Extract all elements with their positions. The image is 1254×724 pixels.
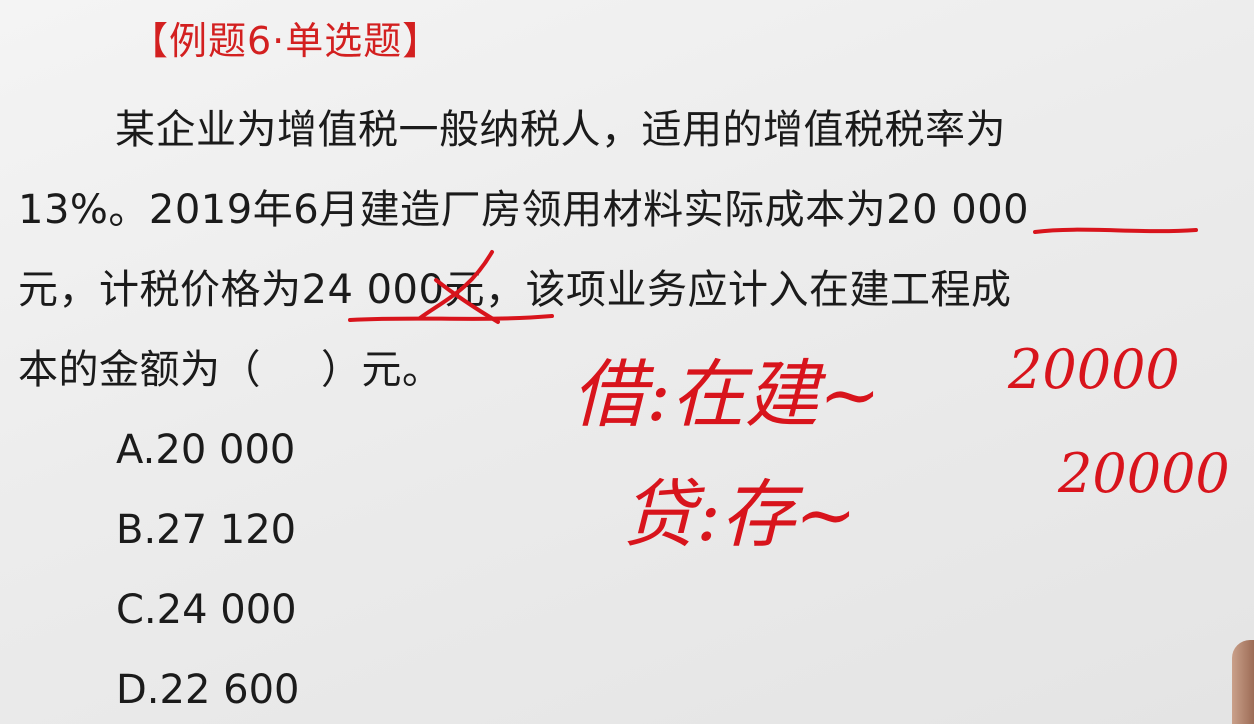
question-stem-line-3: 元，计税价格为24 000元，该项业务应计入在建工程成 [18,267,1012,313]
question-stem-line-2: 13%。2019年6月建造厂房领用材料实际成本为20 000 [18,187,1030,233]
stem-line-4-before: 本的金额为（ [18,347,261,393]
underline-20000 [1033,227,1198,234]
debit-entry-amount: 20000 [1007,338,1180,401]
option-d[interactable]: D.22 600 [116,660,299,720]
option-b[interactable]: B.27 120 [116,500,296,560]
slide: 【例题6·单选题】 某企业为增值税一般纳税人，适用的增值税税率为 13%。201… [0,0,1254,724]
credit-entry-amount: 20000 [1057,442,1230,505]
stem-line-4-after: ）元。 [321,347,443,393]
debit-entry-text: 借:在建~ [572,352,881,438]
credit-entry-text: 贷:存~ [622,472,857,558]
option-a[interactable]: A.20 000 [116,420,295,480]
question-stem-line-4: 本的金额为（ ）元。 [18,340,443,400]
question-stem-line-1: 某企业为增值税一般纳税人，适用的增值税税率为 [115,107,1006,153]
question-title: 【例题6·单选题】 [130,19,442,63]
option-c[interactable]: C.24 000 [116,580,297,640]
presenter-edge [1232,640,1254,724]
